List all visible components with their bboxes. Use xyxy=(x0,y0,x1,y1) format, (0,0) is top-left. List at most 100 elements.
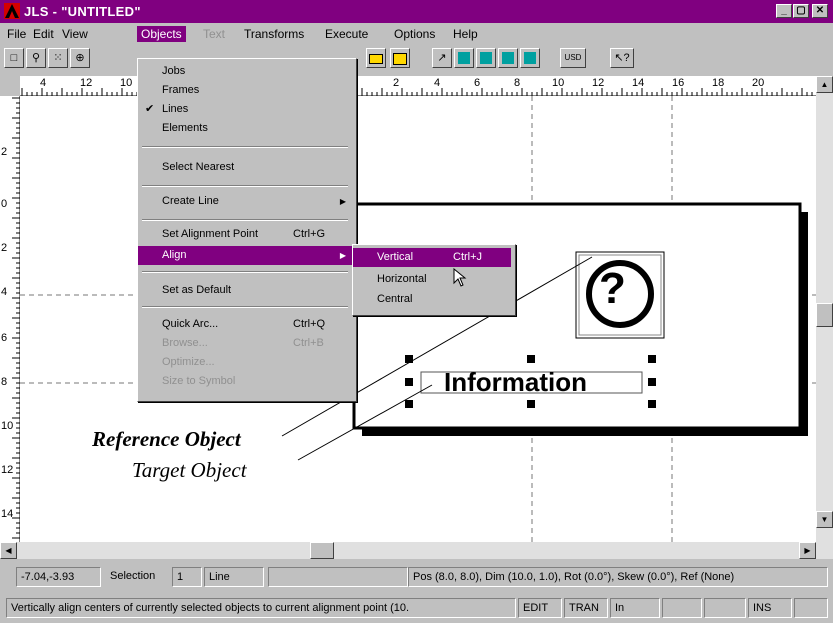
menu-item-elements[interactable]: Elements xyxy=(138,119,352,138)
grid-icon[interactable]: ⁙ xyxy=(48,48,68,68)
menu-edit[interactable]: Edit xyxy=(29,26,58,42)
menu-transforms[interactable]: Transforms xyxy=(240,26,308,42)
menu-item-size-to-symbol: Size to Symbol xyxy=(162,375,236,387)
ruler-label: 14 xyxy=(1,508,14,520)
menu-objects[interactable]: Objects xyxy=(137,26,186,42)
minimize-icon[interactable]: _ xyxy=(776,4,792,18)
status-blank xyxy=(268,567,408,587)
menu-separator xyxy=(142,306,348,308)
status-blank xyxy=(704,598,746,618)
ruler-label: 18 xyxy=(712,77,725,89)
ruler-label: 6 xyxy=(1,332,8,344)
align-right-icon[interactable] xyxy=(498,48,518,68)
maximize-icon[interactable]: ▢ xyxy=(793,4,809,18)
status-blank xyxy=(662,598,702,618)
ruler-label: 2 xyxy=(1,146,8,158)
image-icon[interactable] xyxy=(366,48,386,68)
ruler-label: 12 xyxy=(1,464,14,476)
move-icon[interactable]: ↗ xyxy=(432,48,452,68)
scroll-left-icon[interactable]: ◀ xyxy=(0,542,17,559)
menu-item-jobs[interactable]: Jobs xyxy=(138,62,352,81)
menu-item-frames[interactable]: Frames xyxy=(138,81,352,100)
menu-separator xyxy=(142,146,348,148)
menu-item-browse: Browse... Ctrl+B xyxy=(162,337,324,349)
ruler-label: 2 xyxy=(1,242,8,254)
ruler-label: 2 xyxy=(393,77,400,89)
ruler-label: 12 xyxy=(80,77,93,89)
scroll-up-icon[interactable]: ▲ xyxy=(816,76,833,93)
help-pointer-icon[interactable]: ↖? xyxy=(610,48,634,68)
menu-item-set-as-default[interactable]: Set as Default xyxy=(138,281,352,300)
menu-item-horizontal[interactable]: Horizontal xyxy=(353,270,511,289)
menu-options[interactable]: Options xyxy=(390,26,439,42)
menu-help[interactable]: Help xyxy=(449,26,482,42)
menu-item-align[interactable]: Align ▶ xyxy=(138,246,352,265)
submenu-arrow-icon: ▶ xyxy=(339,197,346,206)
menu-file[interactable]: File xyxy=(3,26,30,42)
ruler-corner xyxy=(0,76,20,96)
menu-item-central[interactable]: Central xyxy=(353,290,511,309)
checkmark-icon: ✔ xyxy=(145,103,155,115)
scroll-down-icon[interactable]: ▼ xyxy=(816,511,833,528)
vertical-scrollbar[interactable]: ▲ ▼ xyxy=(816,76,833,542)
status-geometry: Pos (8.0, 8.0), Dim (10.0, 1.0), Rot (0.… xyxy=(408,567,828,587)
align-submenu: Vertical Ctrl+J Horizontal Central xyxy=(352,244,516,316)
horizontal-scrollbar[interactable]: ◀ ▶ xyxy=(0,542,833,559)
menu-item-vertical[interactable]: Vertical Ctrl+J xyxy=(353,248,511,267)
align-center-icon[interactable] xyxy=(476,48,496,68)
status-unit: In xyxy=(610,598,660,618)
menu-item-lines[interactable]: ✔ Lines xyxy=(138,100,352,119)
ruler-label: 12 xyxy=(592,77,605,89)
title-bar: JLS - "UNTITLED" _ ▢ ✕ xyxy=(0,0,833,23)
ruler-label: 6 xyxy=(474,77,481,89)
ruler-label: 0 xyxy=(1,198,8,210)
ruler-label: 4 xyxy=(40,77,47,89)
ruler-label: 8 xyxy=(514,77,521,89)
status-selection-count: 1 xyxy=(172,567,202,587)
horizontal-scroll-thumb[interactable] xyxy=(310,542,334,559)
toolbar: □ ⚲ ⁙ ⊕ ↗ USD ↖? xyxy=(0,44,833,74)
ruler-label: 16 xyxy=(672,77,685,89)
status-blank xyxy=(794,598,828,618)
status-selection-label: Selection xyxy=(110,570,156,582)
objects-menu: Jobs Frames ✔ Lines Elements Select Neare… xyxy=(137,58,357,402)
status-hint: Vertically align centers of currently se… xyxy=(6,598,516,618)
ruler-label: 4 xyxy=(1,286,8,298)
menu-text[interactable]: Text xyxy=(199,26,229,42)
frame-icon[interactable] xyxy=(390,48,410,68)
menu-view[interactable]: View xyxy=(58,26,92,42)
menu-execute[interactable]: Execute xyxy=(321,26,372,42)
select-rect-icon[interactable]: □ xyxy=(4,48,24,68)
target-object-callout: Target Object xyxy=(132,458,247,482)
zoom-icon[interactable]: ⚲ xyxy=(26,48,46,68)
status-mode-edit: EDIT xyxy=(518,598,562,618)
scroll-right-icon[interactable]: ▶ xyxy=(799,542,816,559)
menu-separator xyxy=(142,219,348,221)
align-left-icon[interactable] xyxy=(454,48,474,68)
vertical-ruler: 2 0 2 4 6 8 10 12 14 xyxy=(0,96,20,542)
distribute-icon[interactable] xyxy=(520,48,540,68)
status-bar-bottom: Vertically align centers of currently se… xyxy=(0,594,833,623)
status-bar-top: -7.04,-3.93 Selection 1 Line Pos (8.0, 8… xyxy=(0,562,833,592)
status-selection-type: Line xyxy=(204,567,264,587)
menu-separator xyxy=(142,185,348,187)
status-coords: -7.04,-3.93 xyxy=(16,567,101,587)
close-icon[interactable]: ✕ xyxy=(812,4,828,18)
menu-item-quick-arc[interactable]: Quick Arc... Ctrl+Q xyxy=(138,315,352,334)
menu-item-create-line[interactable]: Create Line ▶ xyxy=(138,192,352,211)
menu-item-set-alignment-point[interactable]: Set Alignment Point Ctrl+G xyxy=(138,225,352,244)
menu-separator xyxy=(142,271,348,273)
vertical-scroll-thumb[interactable] xyxy=(816,303,833,327)
mouse-pointer-icon xyxy=(453,268,467,287)
rotate-icon[interactable]: ⊕ xyxy=(70,48,90,68)
status-mode-tran: TRAN xyxy=(564,598,608,618)
menu-bar: File Edit View Objects Text Transforms E… xyxy=(0,23,833,44)
window-title: JLS - "UNTITLED" xyxy=(24,4,141,19)
ruler-label: 10 xyxy=(1,420,14,432)
ruler-label: 8 xyxy=(1,376,8,388)
ruler-label: 4 xyxy=(434,77,441,89)
ruler-label: 20 xyxy=(752,77,765,89)
menu-item-select-nearest[interactable]: Select Nearest xyxy=(138,158,352,177)
usd-button[interactable]: USD xyxy=(560,48,586,68)
ruler-label: 10 xyxy=(552,77,565,89)
